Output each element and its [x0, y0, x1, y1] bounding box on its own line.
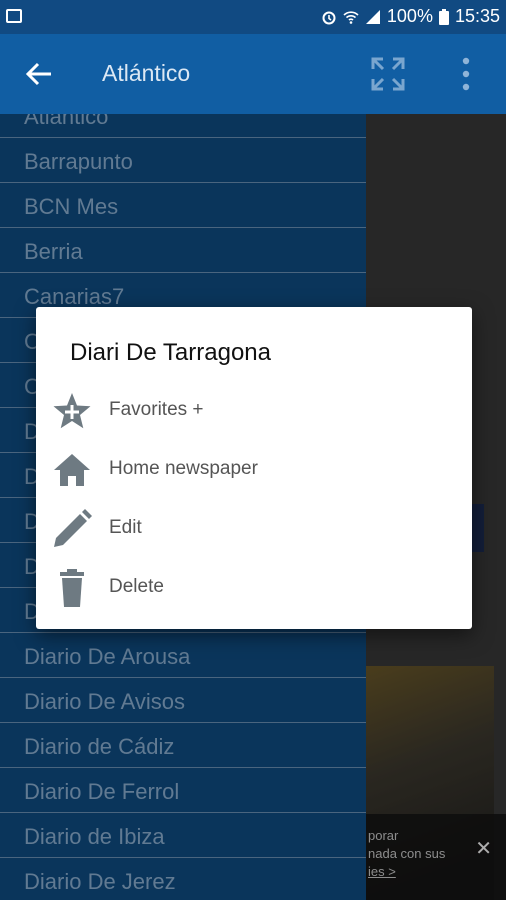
home-newspaper-option[interactable]: Home newspaper: [36, 440, 472, 499]
fullscreen-icon[interactable]: [370, 56, 406, 92]
edit-option[interactable]: Edit: [36, 499, 472, 558]
wifi-icon: [343, 10, 359, 24]
page-title: Atlántico: [102, 60, 191, 86]
pencil-icon: [54, 509, 92, 547]
app-bar: Atlántico: [0, 34, 506, 114]
signal-icon: [365, 9, 380, 24]
home-newspaper-label: Home newspaper: [109, 458, 258, 479]
home-icon: [54, 454, 90, 486]
favorites-label: Favorites +: [109, 399, 204, 420]
newspaper-options-dialog: Diari De Tarragona Favorites + Home news…: [36, 307, 472, 629]
back-arrow-icon[interactable]: [24, 60, 54, 88]
edit-label: Edit: [109, 517, 142, 538]
battery-icon: [438, 8, 449, 25]
delete-label: Delete: [109, 576, 164, 597]
battery-percent: 100%: [386, 6, 433, 26]
trash-icon: [60, 569, 84, 607]
alarm-icon: [322, 11, 336, 24]
favorites-option[interactable]: Favorites +: [36, 381, 472, 440]
delete-option[interactable]: Delete: [36, 558, 472, 617]
dialog-title: Diari De Tarragona: [70, 339, 271, 366]
star-plus-icon: [53, 393, 91, 429]
status-bar-right: 100% 15:35: [321, 6, 500, 27]
more-options-icon[interactable]: [456, 56, 476, 92]
clock: 15:35: [454, 6, 500, 26]
status-bar: 100% 15:35: [0, 0, 506, 34]
gallery-notification-icon: [6, 9, 22, 23]
